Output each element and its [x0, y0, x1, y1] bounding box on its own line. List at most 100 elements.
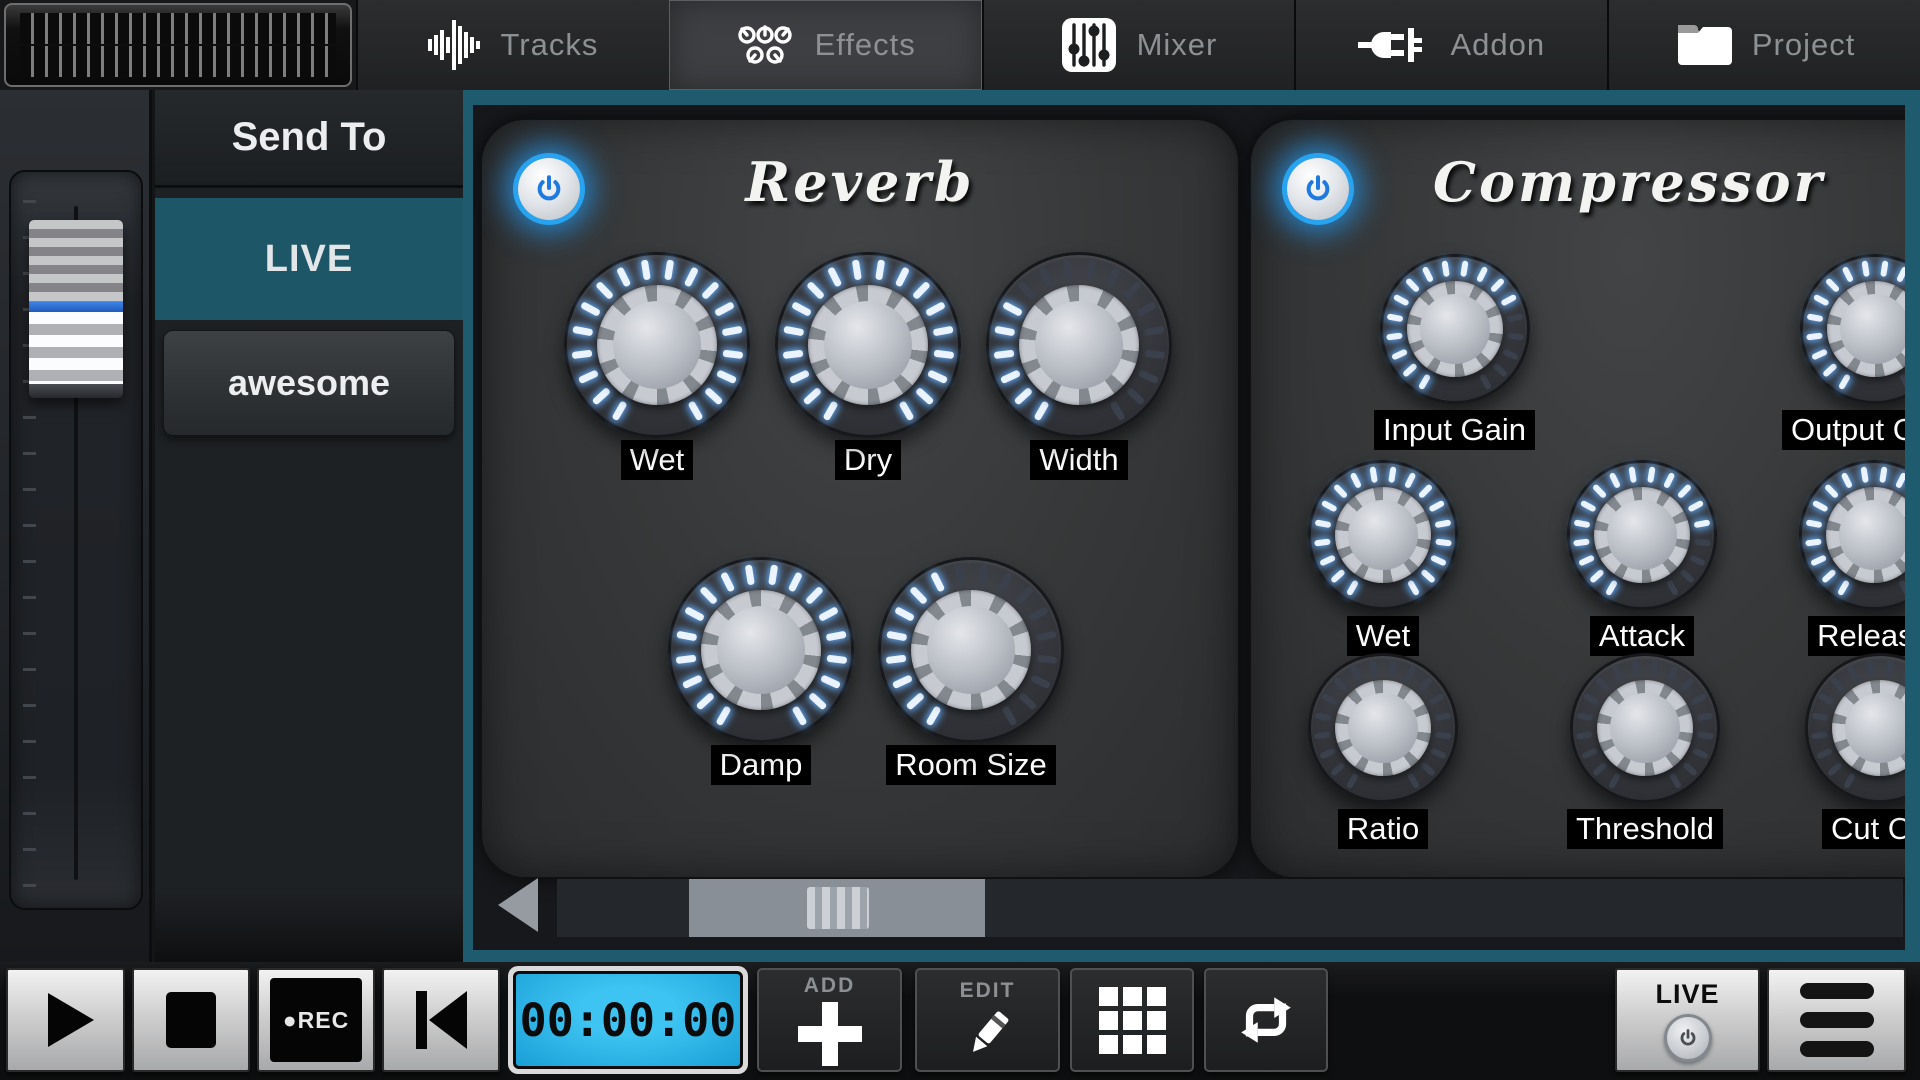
- skip-to-start-button[interactable]: [382, 968, 500, 1072]
- knob-tick: [1583, 693, 1600, 706]
- knob-tick: [788, 369, 809, 384]
- tab-mixer[interactable]: Mixer: [982, 0, 1295, 90]
- play-button[interactable]: [6, 968, 125, 1072]
- time-display[interactable]: 00:00:00: [508, 966, 748, 1074]
- knob-tick: [930, 571, 945, 592]
- cut-off-knob[interactable]: [1805, 653, 1905, 803]
- knob-tick: [1677, 483, 1692, 499]
- record-button[interactable]: ●REC: [257, 968, 375, 1072]
- fader-tick: [23, 416, 36, 419]
- compressor-knob-row-1: Input GainOutput Gain: [1251, 254, 1905, 450]
- knob-tick: [1507, 333, 1524, 341]
- fader-tick: [23, 524, 36, 527]
- knob-tick: [1573, 539, 1590, 547]
- knob-tick: [1346, 579, 1359, 596]
- wet-knob[interactable]: [564, 252, 750, 438]
- effects-scrollbar-track[interactable]: [557, 879, 1903, 937]
- send-target-label: awesome: [228, 362, 390, 404]
- knob-tick: [1822, 362, 1838, 377]
- knob-tick: [1407, 579, 1420, 596]
- knob-tick: [1824, 483, 1839, 499]
- dry-knob[interactable]: [775, 252, 961, 438]
- knob-tick: [1592, 483, 1607, 499]
- knob-tick: [1144, 350, 1165, 359]
- send-target-awesome[interactable]: awesome: [163, 330, 455, 436]
- fader-tick: [23, 200, 36, 203]
- threshold-knob[interactable]: [1570, 653, 1720, 803]
- volume-fader[interactable]: [9, 170, 143, 910]
- fader-tick: [23, 452, 36, 455]
- knob-tick: [1506, 313, 1523, 322]
- fader-tick: [23, 704, 36, 707]
- stop-button[interactable]: [132, 968, 250, 1072]
- tab-effects[interactable]: Effects: [669, 0, 982, 90]
- effects-scrollbar-thumb[interactable]: [689, 879, 985, 937]
- knob-tick: [1492, 362, 1508, 377]
- time-value: 00:00:00: [520, 994, 737, 1047]
- scroll-left-icon[interactable]: [498, 878, 538, 932]
- knob-tick: [1838, 373, 1851, 390]
- knob-tick: [1611, 665, 1624, 682]
- room-size-knob[interactable]: [878, 557, 1064, 743]
- knob-tick: [1013, 387, 1032, 406]
- knob-tick: [1846, 665, 1859, 682]
- knob-tick: [1806, 333, 1823, 341]
- pattern-grid-button[interactable]: [1070, 968, 1194, 1072]
- knob-tick: [1435, 732, 1452, 740]
- send-target-live[interactable]: LIVE: [155, 198, 463, 320]
- knob-tick: [1608, 772, 1621, 789]
- attack-knob[interactable]: [1567, 460, 1717, 610]
- loop-button[interactable]: [1204, 968, 1328, 1072]
- knob-cap: [1607, 500, 1677, 570]
- knob-tick: [886, 631, 907, 642]
- knob-tick: [802, 387, 821, 406]
- knob-tick: [1489, 277, 1504, 293]
- ratio-knob[interactable]: [1308, 653, 1458, 803]
- knob-tick: [1001, 705, 1017, 726]
- knob-tick: [1430, 747, 1447, 759]
- knob-tick: [1315, 712, 1332, 721]
- send-to-panel: Send To LIVE awesome: [155, 90, 463, 962]
- tab-tracks[interactable]: Tracks: [356, 0, 669, 90]
- width-knob[interactable]: [986, 252, 1172, 438]
- knob-tick: [994, 326, 1015, 337]
- knob-tick: [885, 655, 906, 664]
- knob-tick: [1680, 676, 1695, 692]
- knob-tick: [1038, 266, 1053, 287]
- knob-tick: [933, 350, 954, 359]
- tab-project[interactable]: Project: [1607, 0, 1920, 90]
- knob-label: Attack: [1590, 616, 1694, 656]
- knob-cap: [1348, 500, 1418, 570]
- knob-tick: [1428, 693, 1445, 706]
- knob-tick: [1321, 500, 1338, 513]
- tab-addon[interactable]: Addon: [1294, 0, 1607, 90]
- master-fader-column: [0, 90, 152, 962]
- scrollbar-grip-handle[interactable]: [807, 887, 869, 929]
- live-mode-button[interactable]: LIVE: [1615, 968, 1760, 1072]
- wet-knob[interactable]: [1308, 460, 1458, 610]
- time-display-screen: 00:00:00: [513, 971, 743, 1069]
- knob-tick: [703, 387, 722, 406]
- edit-button[interactable]: EDIT: [915, 968, 1060, 1072]
- fader-tick: [23, 740, 36, 743]
- knob-tick: [1818, 693, 1835, 706]
- knob-tick: [819, 674, 840, 689]
- piano-keyboard-button[interactable]: [4, 3, 352, 87]
- knob-tick: [1669, 772, 1682, 789]
- input-gain-knob[interactable]: [1380, 254, 1530, 404]
- knob-tick: [1816, 747, 1833, 759]
- fader-handle[interactable]: [29, 220, 123, 398]
- menu-button[interactable]: [1767, 968, 1906, 1072]
- release-knob[interactable]: [1799, 460, 1905, 610]
- output-gain-knob[interactable]: [1800, 254, 1905, 404]
- add-button[interactable]: ADD: [757, 968, 902, 1072]
- knob-tick: [715, 705, 731, 726]
- knob-unit-dry: Dry: [775, 252, 961, 480]
- knob-unit-damp: Damp: [668, 557, 854, 785]
- knob-tick: [1319, 554, 1336, 566]
- damp-knob[interactable]: [668, 557, 854, 743]
- play-icon: [48, 993, 94, 1047]
- fader-handle-grip: [29, 220, 123, 302]
- knob-label: Ratio: [1338, 809, 1428, 849]
- top-navigation-bar: Tracks Effects: [0, 0, 1920, 90]
